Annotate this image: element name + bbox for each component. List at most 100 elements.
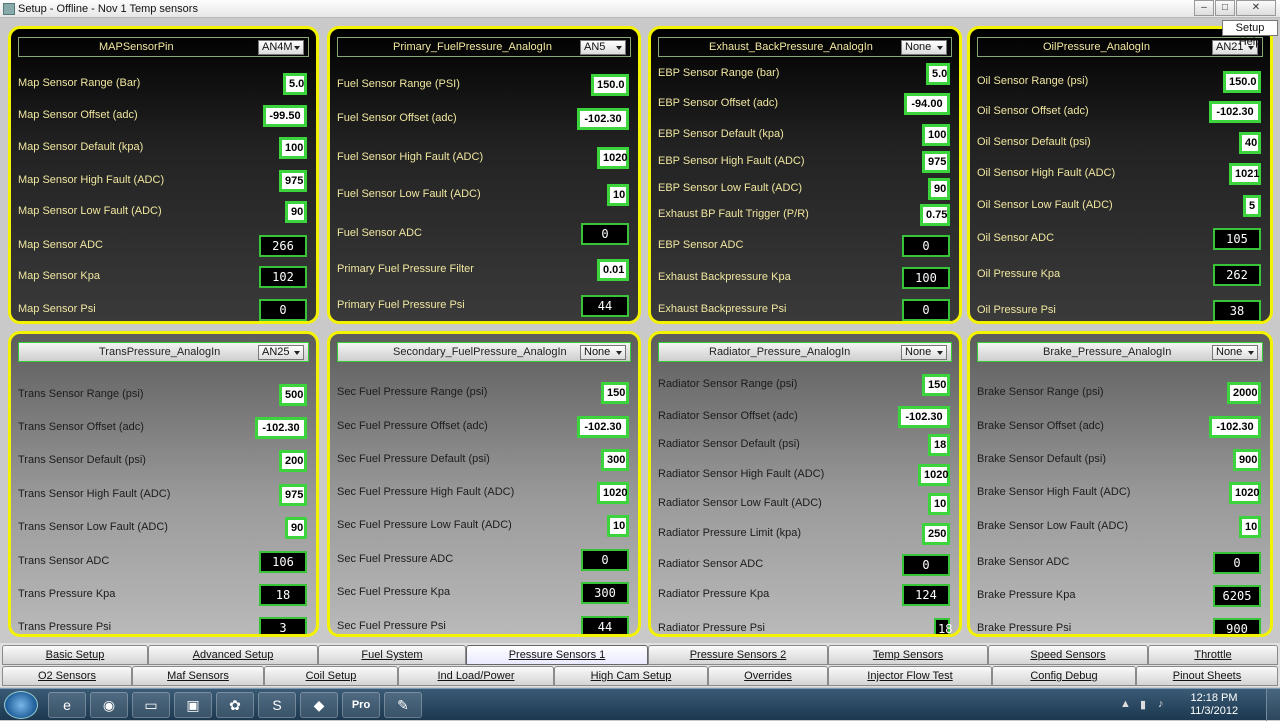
value-input[interactable]: 500 [279,384,307,406]
minimize-button[interactable]: – [1194,0,1214,16]
chrome-icon[interactable]: ◉ [90,692,128,718]
tab-ind-load-power[interactable]: Ind Load/Power [398,666,554,686]
value-input[interactable]: -99.50 [263,105,307,127]
value-input[interactable]: 975 [279,484,307,506]
value-input[interactable]: 1020 [597,482,629,504]
tray-network-icon[interactable]: ▮ [1140,698,1146,711]
readout-display: 0 [902,235,950,257]
field-label: Fuel Sensor ADC [337,227,422,239]
photo-icon[interactable]: ▣ [174,692,212,718]
field-row-radiator-sensor-offset-adc: Radiator Sensor Offset (adc) -102.30 [658,406,952,430]
show-desktop-button[interactable] [1266,689,1280,721]
value-input[interactable]: 90 [285,201,307,223]
value-input[interactable]: 975 [279,170,307,192]
field-row-oil-sensor-default-psi: Oil Sensor Default (psi) 40 [977,132,1263,156]
value-input[interactable]: 150 [922,374,950,396]
tab-maf-sensors[interactable]: Maf Sensors [132,666,264,686]
analog-input-select[interactable]: None [901,40,947,55]
ie-icon[interactable]: e [48,692,86,718]
paint-icon[interactable]: ✎ [384,692,422,718]
value-input[interactable]: 1020 [1229,482,1261,504]
value-input[interactable]: -102.30 [577,416,629,438]
value-input[interactable]: 150.0 [591,74,629,96]
value-input[interactable]: -102.30 [1209,416,1261,438]
analog-input-select[interactable]: AN25 [258,345,304,360]
maximize-button[interactable]: □ [1215,0,1235,16]
value-input[interactable]: 975 [922,151,950,173]
value-input[interactable]: 10 [607,184,629,206]
value-input[interactable]: 0.75 [920,204,950,226]
field-row-fuel-sensor-low-fault-adc: Fuel Sensor Low Fault (ADC) 10 [337,184,631,208]
glass-icon[interactable]: ◆ [300,692,338,718]
value-input[interactable]: 10 [1239,516,1261,538]
value-input[interactable]: 200 [279,450,307,472]
tray-flag-icon[interactable]: ▲ [1120,698,1131,710]
folder-icon[interactable]: ▭ [132,692,170,718]
field-row-brake-sensor-default-psi: Brake Sensor Default (psi) 900 [977,449,1263,473]
field-label: Brake Sensor Offset (adc) [977,420,1104,432]
skype-icon[interactable]: S [258,692,296,718]
value-input[interactable]: 40 [1239,132,1261,154]
value-input[interactable]: 2000 [1227,382,1261,404]
tab-pinout-sheets[interactable]: Pinout Sheets [1136,666,1278,686]
value-input[interactable]: 1020 [918,464,950,486]
pro-icon[interactable]: Pro [342,692,380,718]
tab-pressure-sensors-1[interactable]: Pressure Sensors 1 [466,645,648,665]
value-input[interactable]: 10 [607,515,629,537]
tab-fuel-system[interactable]: Fuel System [318,645,466,665]
value-input[interactable]: 1021 [1229,163,1261,185]
value-input[interactable]: 900 [1233,449,1261,471]
value-input[interactable]: 5 [1243,195,1261,217]
panel-title: Radiator_Pressure_AnalogIn [709,346,851,358]
field-row-map-sensor-default-kpa: Map Sensor Default (kpa) 100 [18,137,309,161]
readout-display: 102 [259,266,307,288]
tab-o2-sensors[interactable]: O2 Sensors [2,666,132,686]
value-input[interactable]: 250 [922,523,950,545]
value-input[interactable]: 10 [928,493,950,515]
value-input[interactable]: -102.30 [255,417,307,439]
value-input[interactable]: -94.00 [904,93,950,115]
field-label: Trans Sensor Low Fault (ADC) [18,521,168,533]
tab-temp-sensors[interactable]: Temp Sensors [828,645,988,665]
value-input[interactable]: 18 [928,434,950,456]
field-row-sec-fuel-pressure-kpa: Sec Fuel Pressure Kpa 300 [337,582,631,606]
analog-input-select[interactable]: AN5 [580,40,626,55]
value-input[interactable]: 100 [922,124,950,146]
tab-config-debug[interactable]: Config Debug [992,666,1136,686]
value-input[interactable]: 1020 [597,147,629,169]
tab-throttle[interactable]: Throttle [1148,645,1278,665]
field-label: Primary Fuel Pressure Psi [337,299,465,311]
value-input[interactable]: 150.0 [1223,71,1261,93]
field-label: Oil Sensor Low Fault (ADC) [977,199,1113,211]
value-input[interactable]: -102.30 [577,108,629,130]
value-input[interactable]: 90 [928,178,950,200]
tab-high-cam-setup[interactable]: High Cam Setup [554,666,708,686]
value-input[interactable]: 90 [285,517,307,539]
value-input[interactable]: 100 [279,137,307,159]
analog-input-select[interactable]: None [1212,345,1258,360]
analog-input-select[interactable]: AN4M [258,40,304,55]
tab-overrides[interactable]: Overrides [708,666,828,686]
start-button[interactable] [4,691,38,719]
field-row-trans-sensor-range-psi: Trans Sensor Range (psi) 500 [18,384,309,408]
tab-basic-setup[interactable]: Basic Setup [2,645,148,665]
tab-advanced-setup[interactable]: Advanced Setup [148,645,318,665]
analog-input-select[interactable]: None [901,345,947,360]
value-input[interactable]: -102.30 [898,406,950,428]
value-input[interactable]: 150 [601,382,629,404]
value-input[interactable]: 5.0 [926,63,950,85]
tab-pressure-sensors-2[interactable]: Pressure Sensors 2 [648,645,828,665]
value-input[interactable]: 5.0 [283,73,307,95]
tray-volume-icon[interactable]: ♪ [1158,698,1164,710]
field-row-brake-sensor-low-fault-adc: Brake Sensor Low Fault (ADC) 10 [977,516,1263,540]
value-input[interactable]: 0.01 [597,259,629,281]
close-button[interactable]: ✕ [1236,0,1276,16]
tab-coil-setup[interactable]: Coil Setup [264,666,398,686]
picasa-icon[interactable]: ✿ [216,692,254,718]
value-input[interactable]: -102.30 [1209,101,1261,123]
tab-speed-sensors[interactable]: Speed Sensors [988,645,1148,665]
tab-injector-flow-test[interactable]: Injector Flow Test [828,666,992,686]
value-input[interactable]: 300 [601,449,629,471]
clock[interactable]: 12:18 PM 11/3/2012 [1182,692,1246,718]
analog-input-select[interactable]: None [580,345,626,360]
